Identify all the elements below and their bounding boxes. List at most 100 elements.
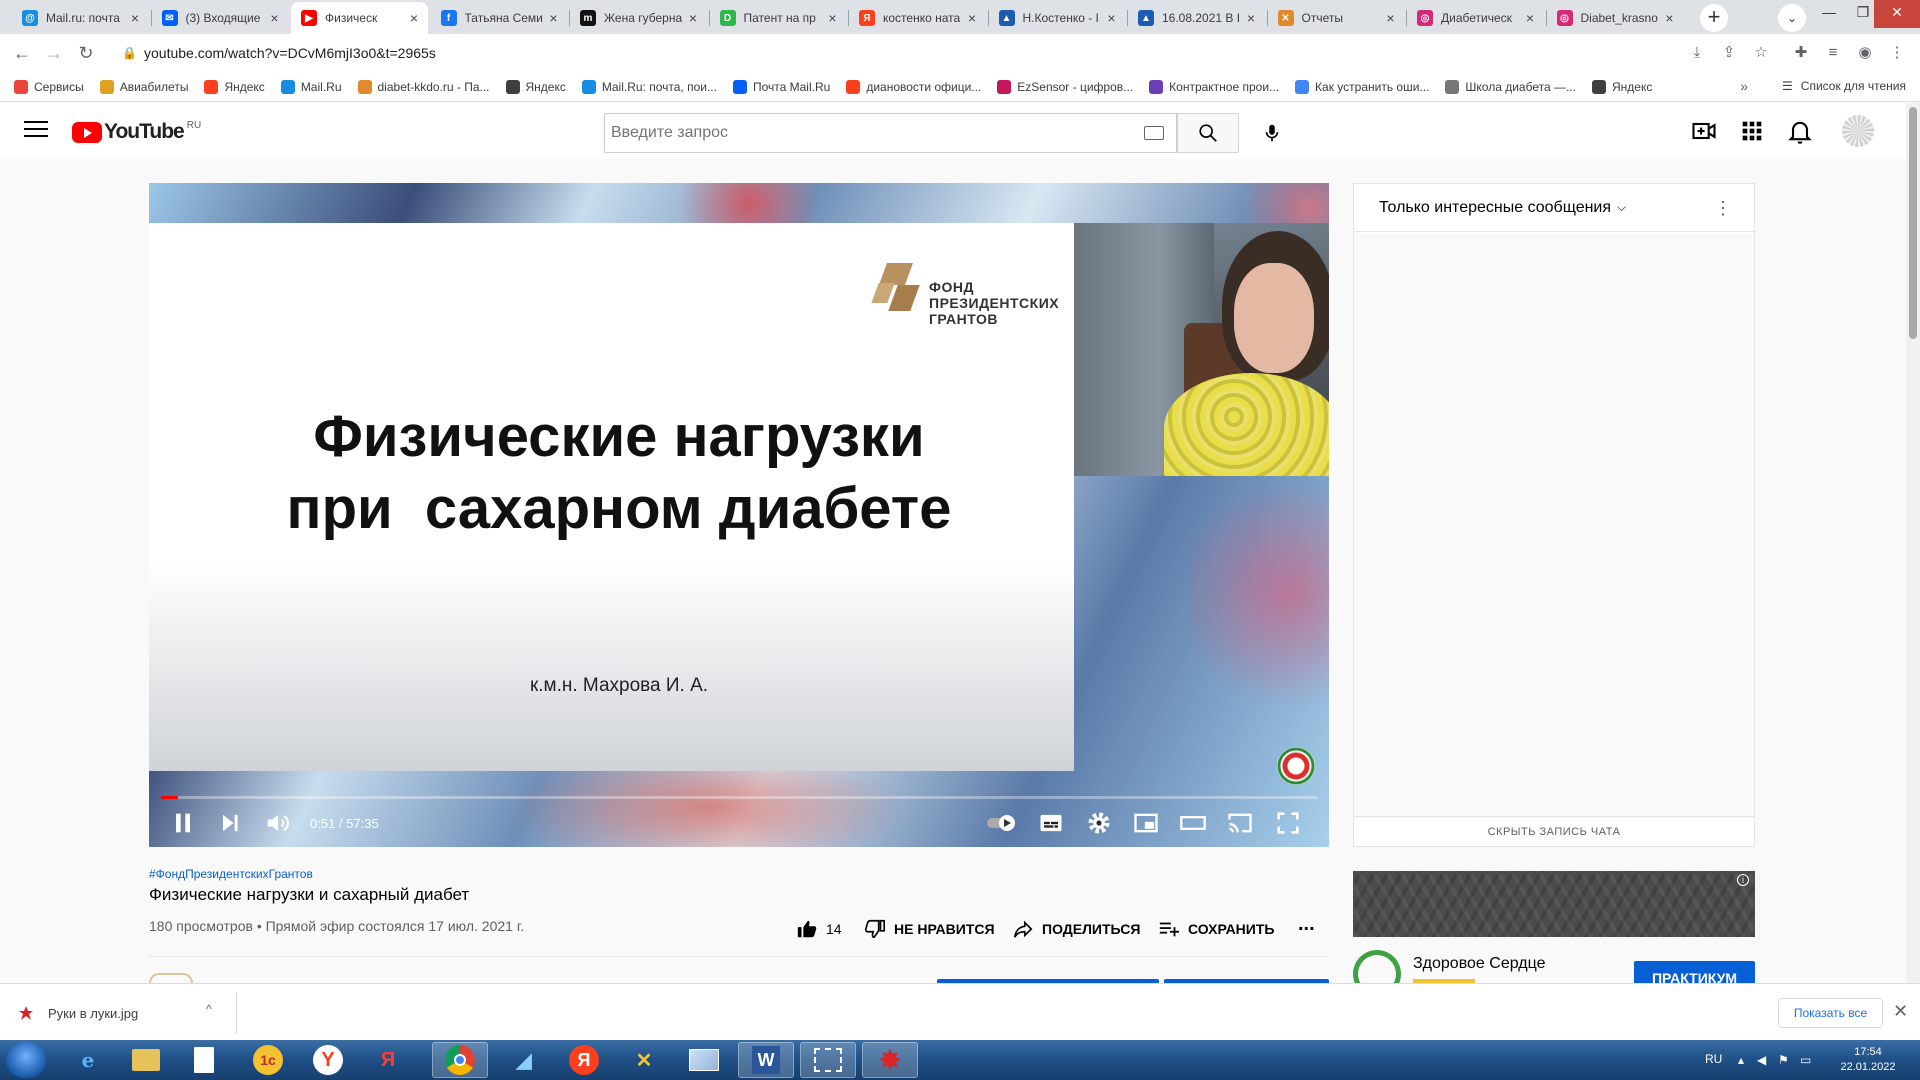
hide-chat-button[interactable]: СКРЫТЬ ЗАПИСЬ ЧАТА	[1354, 816, 1754, 846]
video-hashtag-link[interactable]: #ФондПрезидентскихГрантов	[149, 867, 313, 881]
create-video-icon[interactable]	[1690, 117, 1718, 145]
notifications-bell-icon[interactable]	[1786, 117, 1814, 145]
volume-icon[interactable]	[263, 809, 291, 837]
yandex-browser-icon[interactable]: Y	[300, 1042, 356, 1078]
bookmark-item[interactable]: Контрактное прои...	[1149, 79, 1279, 94]
close-tab-icon[interactable]: ×	[549, 10, 557, 26]
browser-tab[interactable]: f Татьяна Семи ×	[431, 2, 568, 34]
apps-grid-icon[interactable]	[1738, 117, 1766, 145]
channel-avatar[interactable]	[149, 973, 193, 983]
internet-explorer-icon[interactable]: e	[60, 1042, 116, 1078]
reading-list-button[interactable]: ☰ Список для чтения	[1782, 79, 1906, 93]
fullscreen-icon[interactable]	[1274, 809, 1302, 837]
browser-tab[interactable]: ▲ 16.08.2021 В I ×	[1128, 2, 1265, 34]
search-button[interactable]	[1177, 113, 1239, 153]
image-viewer-icon[interactable]: ✸	[862, 1042, 918, 1078]
chat-header[interactable]: Только интересные сообщения ⌵	[1354, 184, 1754, 232]
chevron-up-icon[interactable]: ^	[206, 1002, 212, 1016]
pause-icon[interactable]	[169, 809, 197, 837]
browser-tab[interactable]: m Жена губерна ×	[570, 2, 707, 34]
utility-app-icon[interactable]: ✕	[616, 1042, 672, 1078]
edge-swift-icon[interactable]: ◢	[496, 1042, 552, 1078]
dislike-button[interactable]: НЕ НРАВИТСЯ	[864, 918, 995, 940]
reload-icon[interactable]: ↻	[76, 43, 96, 63]
close-tab-icon[interactable]: ×	[1247, 10, 1255, 26]
bookmark-item[interactable]: EzSensor - цифров...	[997, 79, 1133, 94]
network-tray-icon[interactable]: ▭	[1800, 1053, 1811, 1067]
close-tab-icon[interactable]: ×	[270, 10, 278, 26]
keyboard-icon[interactable]	[1144, 126, 1164, 140]
bookmark-item[interactable]: Авиабилеты	[99, 79, 188, 94]
tab-search-button[interactable]: ⌄	[1778, 4, 1806, 32]
ad-banner[interactable]: i	[1353, 871, 1755, 937]
hamburger-menu-icon[interactable]	[24, 121, 48, 141]
clock[interactable]: 17:54 22.01.2022	[1840, 1045, 1896, 1075]
blank-window-icon[interactable]	[676, 1042, 732, 1078]
yandex-red-icon[interactable]: Я	[556, 1042, 612, 1078]
yandex-icon[interactable]: Я	[360, 1042, 416, 1078]
bookmark-item[interactable]: diabet-kkdo.ru - Па...	[357, 79, 490, 94]
browser-tab[interactable]: @ Mail.ru: почта ×	[12, 2, 149, 34]
settings-gear-icon[interactable]	[1085, 809, 1113, 837]
theater-mode-icon[interactable]	[1179, 809, 1207, 837]
bookmark-item[interactable]: Как устранить оши...	[1295, 79, 1429, 94]
browser-tab[interactable]: ◎ Диабетическ ×	[1407, 2, 1544, 34]
save-button[interactable]: СОХРАНИТЬ	[1158, 918, 1274, 940]
close-tab-icon[interactable]: ×	[1386, 10, 1394, 26]
1c-app-icon[interactable]: 1с	[240, 1042, 296, 1078]
ad-info-icon[interactable]: i	[1737, 874, 1749, 886]
bookmarks-overflow-button[interactable]: »	[1740, 78, 1748, 94]
bookmark-item[interactable]: Яндекс	[505, 79, 566, 94]
youtube-logo[interactable]: YouTube RU	[72, 120, 201, 144]
start-button[interactable]	[6, 1042, 46, 1078]
screenshot-tool-icon[interactable]	[800, 1042, 856, 1078]
back-icon[interactable]: ←	[12, 43, 32, 63]
share-button[interactable]: ПОДЕЛИТЬСЯ	[1012, 918, 1140, 940]
close-tab-icon[interactable]: ×	[689, 10, 697, 26]
share-icon[interactable]: ⇪	[1720, 44, 1738, 62]
browser-tab[interactable]: ✉ (3) Входящие ×	[152, 2, 289, 34]
word-icon[interactable]: W	[738, 1042, 794, 1078]
scrollbar-thumb[interactable]	[1909, 107, 1917, 339]
next-video-icon[interactable]	[216, 809, 244, 837]
input-language[interactable]: RU	[1705, 1052, 1722, 1066]
download-item[interactable]: Руки в луки.jpg	[18, 998, 228, 1028]
bookmark-item[interactable]: Яндекс	[204, 79, 265, 94]
close-tab-icon[interactable]: ×	[1107, 10, 1115, 26]
video-player[interactable]: ФОНД ПРЕЗИДЕНТСКИХ ГРАНТОВ Физические на…	[149, 183, 1329, 847]
browser-tab[interactable]: ◎ Diabet_krasno ×	[1547, 2, 1684, 34]
address-bar[interactable]: 🔒 youtube.com/watch?v=DCvM6mjI3o0&t=2965…	[108, 38, 1688, 68]
notepad-icon[interactable]	[176, 1042, 232, 1078]
menu-kebab-icon[interactable]: ⋮	[1888, 44, 1906, 62]
browser-tab[interactable]: ▲ Н.Костенко - I ×	[989, 2, 1126, 34]
new-tab-button[interactable]: +	[1700, 4, 1728, 32]
volume-tray-icon[interactable]: ◀	[1757, 1053, 1766, 1067]
ad-advertiser-name[interactable]: Здоровое Сердце	[1413, 955, 1545, 973]
bookmark-item[interactable]: Сервисы	[14, 79, 84, 94]
like-button[interactable]: 14	[796, 918, 842, 940]
media-controls-icon[interactable]: ≡	[1824, 44, 1842, 62]
bookmark-item[interactable]: дианoвости офици...	[846, 79, 981, 94]
install-icon[interactable]: ⤓	[1688, 44, 1706, 62]
voice-search-button[interactable]	[1252, 113, 1292, 153]
close-tab-icon[interactable]: ×	[131, 10, 139, 26]
tray-expand-icon[interactable]: ▴	[1738, 1053, 1744, 1067]
close-tab-icon[interactable]: ×	[968, 10, 976, 26]
bookmark-item[interactable]: Mail.Ru: почта, пои...	[581, 79, 717, 94]
close-downloads-icon[interactable]: ✕	[1893, 1001, 1908, 1022]
browser-tab[interactable]: Якостенко ната ×	[849, 2, 986, 34]
close-tab-icon[interactable]: ×	[828, 10, 836, 26]
chat-menu-kebab-icon[interactable]: ⋮	[1714, 198, 1732, 219]
bookmark-item[interactable]: Mail.Ru	[280, 79, 342, 94]
cast-icon[interactable]	[1226, 809, 1254, 837]
bookmark-item[interactable]: Яндекс	[1591, 79, 1652, 94]
account-avatar[interactable]	[1842, 115, 1874, 147]
close-window-button[interactable]: ✕	[1874, 0, 1920, 28]
extensions-icon[interactable]: ✚	[1792, 44, 1810, 62]
browser-tab[interactable]: ▶ Физическ ×	[291, 2, 428, 34]
browser-tab[interactable]: ✕ Отчеты ×	[1268, 2, 1405, 34]
show-all-downloads-button[interactable]: Показать все	[1778, 998, 1883, 1028]
chrome-icon[interactable]	[432, 1042, 488, 1078]
browser-tab[interactable]: D Патент на пр ×	[710, 2, 847, 34]
bookmark-item[interactable]: Почта Mail.Ru	[732, 79, 830, 94]
